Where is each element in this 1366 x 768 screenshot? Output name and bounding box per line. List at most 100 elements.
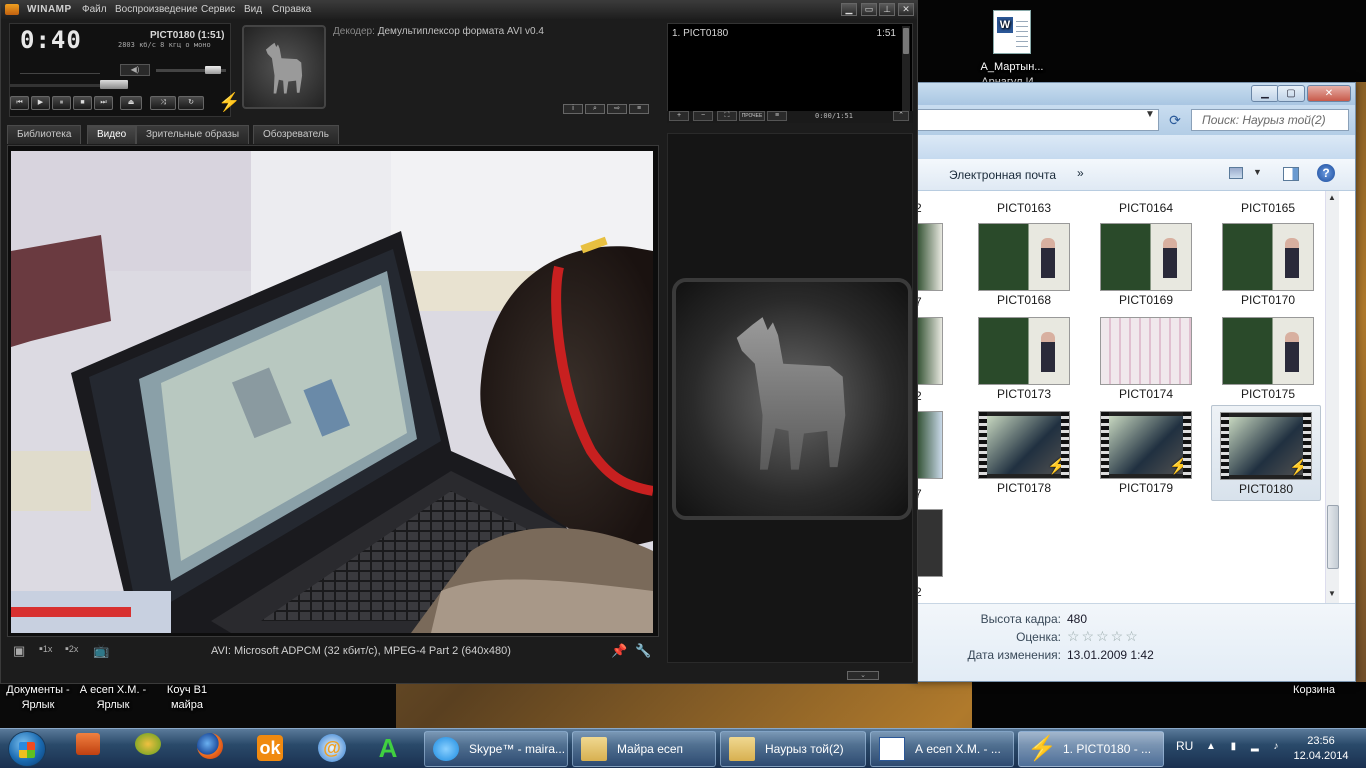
pause-icon[interactable]: ⏸	[52, 96, 71, 110]
info-icon[interactable]: i	[563, 104, 583, 114]
playlist-scroll-thumb[interactable]	[903, 28, 909, 54]
chevron-down-icon[interactable]: ▼	[1145, 109, 1155, 120]
playlist-add-button[interactable]: +	[669, 111, 689, 121]
file-item[interactable]: PICT0174	[1091, 313, 1201, 401]
playlist-scrollbar[interactable]	[902, 26, 910, 122]
partial-thumbnail[interactable]	[915, 223, 943, 291]
close-button[interactable]: ✕	[898, 3, 914, 16]
email-button[interactable]: Электронная почта	[949, 168, 1056, 182]
album-art-small[interactable]	[242, 25, 326, 109]
seek-knob[interactable]	[99, 80, 128, 89]
menu-file[interactable]: Файл	[82, 4, 107, 15]
playlist-remove-button[interactable]: −	[693, 111, 713, 121]
eject-icon[interactable]: ⏏	[120, 96, 142, 110]
chevron-down-icon[interactable]: ▼	[1253, 167, 1262, 177]
vertical-scrollbar[interactable]: ▲ ▼	[1325, 191, 1339, 603]
pin-button[interactable]: ⊥	[879, 3, 895, 16]
taskbar-task-folder[interactable]: Наурыз той(2)	[720, 731, 866, 767]
repeat-icon[interactable]: ↻	[178, 96, 204, 110]
file-item[interactable]: PICT0173	[969, 313, 1079, 401]
shade-button[interactable]: ▭	[861, 3, 877, 16]
close-button[interactable]: ✕	[1307, 85, 1351, 102]
tray-icons[interactable]: ▲ ▮ ▂ ♪	[1206, 741, 1284, 752]
partial-thumbnail[interactable]	[915, 411, 943, 479]
toolbar-more-button[interactable]: »	[1077, 166, 1084, 180]
font-app-icon[interactable]: A	[366, 733, 410, 765]
mail-agent-icon[interactable]: @	[310, 733, 354, 765]
video-display[interactable]	[11, 151, 653, 633]
expand-button[interactable]: ⌄	[847, 671, 879, 680]
help-icon[interactable]: ?	[1317, 164, 1335, 182]
zoom-1x-icon[interactable]: ▪1x	[39, 643, 52, 655]
file-item[interactable]: PICT0170	[1213, 219, 1323, 307]
play-icon[interactable]: ▶	[31, 96, 50, 110]
search-icon[interactable]: ⌕	[585, 104, 605, 114]
volume-slider[interactable]	[156, 66, 226, 74]
seek-bar[interactable]	[10, 80, 128, 89]
address-input[interactable]	[915, 109, 1159, 131]
tab-browser[interactable]: Обозреватель	[253, 125, 339, 144]
start-button[interactable]	[8, 731, 46, 767]
tab-library[interactable]: Библиотека	[7, 125, 82, 144]
desktop-icon-coach[interactable]: Коуч В1 майра	[158, 683, 216, 713]
file-item[interactable]: PICT0165	[1213, 201, 1323, 219]
previous-icon[interactable]: ⏮	[10, 96, 29, 110]
volume-knob[interactable]	[204, 66, 221, 74]
taskbar-task-folder[interactable]: Майра есеп	[572, 731, 716, 767]
tab-visualization[interactable]: Зрительные образы	[136, 125, 250, 144]
odnoklassniki-icon[interactable]: ok	[248, 733, 292, 765]
playlist-misc-button[interactable]: ПРОЧЕЕ	[739, 111, 765, 121]
firefox-icon[interactable]	[188, 733, 232, 765]
refresh-icon[interactable]: ⟳	[1163, 109, 1187, 131]
file-item[interactable]: PICT0169	[1091, 219, 1201, 307]
partial-thumbnail[interactable]	[915, 509, 943, 577]
taskbar-task-skype[interactable]: Skype™ - maira...	[424, 731, 568, 767]
rating-stars[interactable]: ☆☆☆☆☆	[1067, 628, 1140, 645]
desktop-icon-recycle-bin[interactable]: Корзина	[1276, 683, 1352, 698]
scroll-up-icon[interactable]: ▲	[1328, 193, 1336, 202]
file-item[interactable]: PICT0175	[1213, 313, 1323, 401]
pin-icon[interactable]: 📌	[611, 643, 627, 659]
minimize-button[interactable]: ▁	[841, 3, 857, 16]
album-art-large[interactable]	[672, 278, 912, 520]
menu-view[interactable]: Вид	[244, 4, 262, 15]
app-icon[interactable]	[126, 733, 170, 765]
menu-playback[interactable]: Воспроизведение	[115, 4, 198, 15]
playlist-item[interactable]: 1. PICT0180 1:51	[672, 28, 896, 39]
playlist-list-button[interactable]: ≡	[767, 111, 787, 121]
search-input[interactable]: Поиск: Наурыз той(2)	[1191, 109, 1349, 131]
next-icon[interactable]: ⏭	[94, 96, 113, 110]
language-indicator[interactable]: RU	[1176, 739, 1193, 753]
winamp-bolt-icon[interactable]: ⚡	[218, 92, 240, 113]
tv-icon[interactable]: 📺	[93, 643, 109, 659]
mute-button[interactable]: ◀)	[120, 64, 150, 76]
file-item[interactable]: PICT0168	[969, 219, 1079, 307]
shuffle-icon[interactable]: ⤨	[150, 96, 176, 110]
file-item[interactable]: ⚡ PICT0178	[969, 407, 1079, 495]
desktop-icon-word-doc[interactable]: А_Мартын... Арнагул И...	[976, 10, 1048, 90]
scroll-thumb[interactable]	[1327, 505, 1339, 569]
tab-video[interactable]: Видео	[87, 125, 137, 144]
change-view-icon[interactable]	[1229, 167, 1243, 179]
fullscreen-icon[interactable]: ▣	[13, 643, 25, 659]
elapsed-time[interactable]: 0:40	[20, 26, 82, 54]
list-icon[interactable]: ≡	[629, 104, 649, 114]
partial-thumbnail[interactable]	[915, 317, 943, 385]
zoom-2x-icon[interactable]: ▪2x	[65, 643, 78, 655]
visualizer[interactable]	[20, 60, 100, 74]
file-item-selected[interactable]: ⚡ PICT0180	[1211, 405, 1321, 501]
file-item[interactable]: PICT0164	[1091, 201, 1201, 219]
desktop-icon-documents[interactable]: Документы - Ярлык	[0, 683, 76, 713]
file-item[interactable]: PICT0163	[969, 201, 1079, 219]
wrench-icon[interactable]: 🔧	[635, 643, 651, 659]
menu-tools[interactable]: Сервис	[201, 4, 235, 15]
taskbar-task-winamp[interactable]: ⚡ 1. PICT0180 - ...	[1018, 731, 1164, 767]
send-to-icon[interactable]: ⇨	[607, 104, 627, 114]
program-manager-icon[interactable]	[66, 733, 110, 765]
taskbar-task-word[interactable]: А есеп Х.М. - ...	[870, 731, 1014, 767]
minimize-button[interactable]: ▁	[1251, 85, 1279, 102]
scroll-down-icon[interactable]: ▼	[1328, 589, 1336, 598]
winamp-logo-icon[interactable]	[5, 4, 19, 15]
playlist-options-button[interactable]: ⌃	[893, 111, 909, 121]
maximize-button[interactable]: ▢	[1277, 85, 1305, 102]
